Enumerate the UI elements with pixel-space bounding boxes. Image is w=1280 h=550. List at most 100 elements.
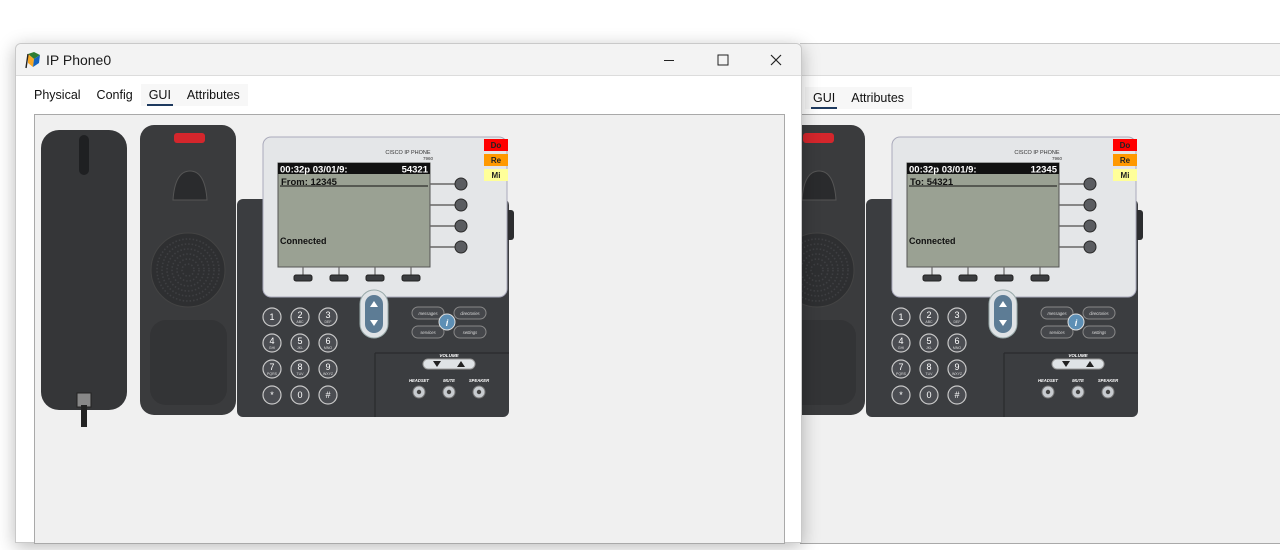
handset-rest: [150, 320, 227, 405]
ip-phone: CISCO IP PHONE796000:32p 03/01/9: 12345To…: [769, 125, 1143, 417]
line-button-1[interactable]: [454, 177, 468, 191]
close-button[interactable]: [753, 44, 799, 76]
softkey-3[interactable]: [365, 274, 385, 282]
model-label: 7960: [423, 156, 434, 161]
tab-config[interactable]: Config: [89, 84, 141, 106]
lcd-extension: 54321: [402, 165, 429, 176]
key-label: 3: [954, 310, 959, 320]
message-indicator-light: [803, 133, 834, 143]
status-button-label: Mi: [1121, 171, 1130, 180]
status-button-label: Mi: [492, 171, 501, 180]
handset-rest: [779, 320, 856, 405]
key-label: 9: [325, 362, 330, 372]
key-label: 6: [954, 336, 959, 346]
volume-rocker[interactable]: [1051, 358, 1105, 370]
navigation-pad[interactable]: [365, 295, 383, 333]
tab-gui[interactable]: GUI: [140, 84, 179, 106]
directories-button-label: directories: [460, 311, 480, 316]
tab-physical[interactable]: Physical: [26, 84, 89, 106]
key-label: 1: [898, 312, 903, 322]
headset-label: HEADSET: [1038, 378, 1058, 383]
maximize-button[interactable]: [700, 44, 746, 76]
gui-panel: CISCO IP PHONE 7960 00:32p 03/01/9: 54321 Fr…: [34, 114, 785, 544]
key-sublabel: ABC: [296, 320, 304, 324]
lcd-call-line: To: 54321: [910, 177, 954, 188]
key-sublabel: GHI: [898, 346, 904, 350]
minimize-icon: [664, 60, 674, 61]
line-button-2[interactable]: [454, 198, 468, 212]
status-button-label: Do: [1120, 141, 1131, 150]
key-label: *: [270, 390, 274, 400]
ip-phone: CISCO IP PHONE796000:32p 03/01/9: 54321Fr…: [41, 125, 514, 427]
softkey-4[interactable]: [1030, 274, 1050, 282]
mute-icon: [1075, 389, 1081, 395]
line-button-3[interactable]: [454, 219, 468, 233]
key-label: 5: [926, 336, 931, 346]
key-sublabel: PQRS: [896, 372, 907, 376]
key-sublabel: WXYZ: [323, 372, 334, 376]
key-label: #: [325, 390, 330, 400]
volume-label: VOLUME: [1068, 353, 1088, 358]
ip-phone-window-back: GUI Attributes CISCO IP PHONE 7960 00:32p …: [769, 43, 1280, 544]
mute-label: MUTE: [443, 378, 455, 383]
tab-bar: Physical Config GUI Attributes: [26, 84, 248, 106]
line-button-4[interactable]: [1083, 240, 1097, 254]
ip-phone-group: CISCO IP PHONE796000:32p 03/01/9: 54321Fr…: [41, 125, 514, 427]
window-titlebar[interactable]: [800, 44, 1280, 76]
directories-button-label: directories: [1089, 311, 1109, 316]
softkey-3[interactable]: [994, 274, 1014, 282]
navigation-pad[interactable]: [994, 295, 1012, 333]
key-sublabel: TUV: [297, 372, 305, 376]
softkey-1[interactable]: [293, 274, 313, 282]
softkey-2[interactable]: [329, 274, 349, 282]
softkey-1[interactable]: [922, 274, 942, 282]
softkey-2[interactable]: [958, 274, 978, 282]
key-sublabel: DEF: [325, 320, 332, 324]
tab-attributes[interactable]: Attributes: [178, 84, 248, 106]
mute-icon: [446, 389, 452, 395]
gui-panel: CISCO IP PHONE 7960 00:32p 03/01/9: 12345 To…: [769, 114, 1280, 544]
tab-attributes[interactable]: Attributes: [843, 87, 913, 109]
key-sublabel: MNO: [953, 346, 961, 350]
handset-cord: [81, 405, 87, 427]
settings-button-label: settings: [1092, 330, 1107, 335]
key-label: 4: [898, 336, 903, 346]
key-label: 3: [325, 310, 330, 320]
message-indicator-light: [174, 133, 205, 143]
key-label: 8: [926, 362, 931, 372]
softkey-4[interactable]: [401, 274, 421, 282]
close-icon: [770, 54, 782, 66]
minimize-button[interactable]: [646, 44, 692, 76]
key-label: #: [954, 390, 959, 400]
key-sublabel: PQRS: [267, 372, 278, 376]
headset-icon: [416, 389, 422, 395]
key-sublabel: MNO: [324, 346, 332, 350]
status-button-label: Re: [1120, 156, 1131, 165]
key-sublabel: GHI: [269, 346, 275, 350]
line-button-2[interactable]: [1083, 198, 1097, 212]
key-label: 2: [926, 310, 931, 320]
lcd-call-line: From: 12345: [281, 177, 338, 188]
handset-plug: [76, 392, 92, 408]
services-button-label: services: [420, 330, 436, 335]
mute-label: MUTE: [1072, 378, 1084, 383]
key-label: 4: [269, 336, 274, 346]
lcd-datetime: 00:32p 03/01/9:: [280, 165, 348, 176]
line-button-3[interactable]: [1083, 219, 1097, 233]
volume-rocker[interactable]: [422, 358, 476, 370]
line-button-4[interactable]: [454, 240, 468, 254]
line-button-1[interactable]: [1083, 177, 1097, 191]
ip-phone-window: IP Phone0 Physical Config GUI Attributes…: [15, 43, 802, 544]
key-label: 7: [269, 362, 274, 372]
maximize-icon: [717, 54, 729, 66]
key-label: *: [899, 390, 903, 400]
lcd-extension: 12345: [1031, 165, 1058, 176]
tab-gui[interactable]: GUI: [805, 87, 844, 109]
window-title: IP Phone0: [46, 52, 112, 68]
key-sublabel: TUV: [926, 372, 934, 376]
window-titlebar[interactable]: IP Phone0: [16, 44, 801, 76]
app-icon: [25, 52, 40, 69]
handset-earpiece: [79, 135, 89, 175]
messages-button-label: messages: [418, 311, 438, 316]
ip-phone-group: CISCO IP PHONE796000:32p 03/01/9: 12345To…: [769, 125, 1143, 417]
